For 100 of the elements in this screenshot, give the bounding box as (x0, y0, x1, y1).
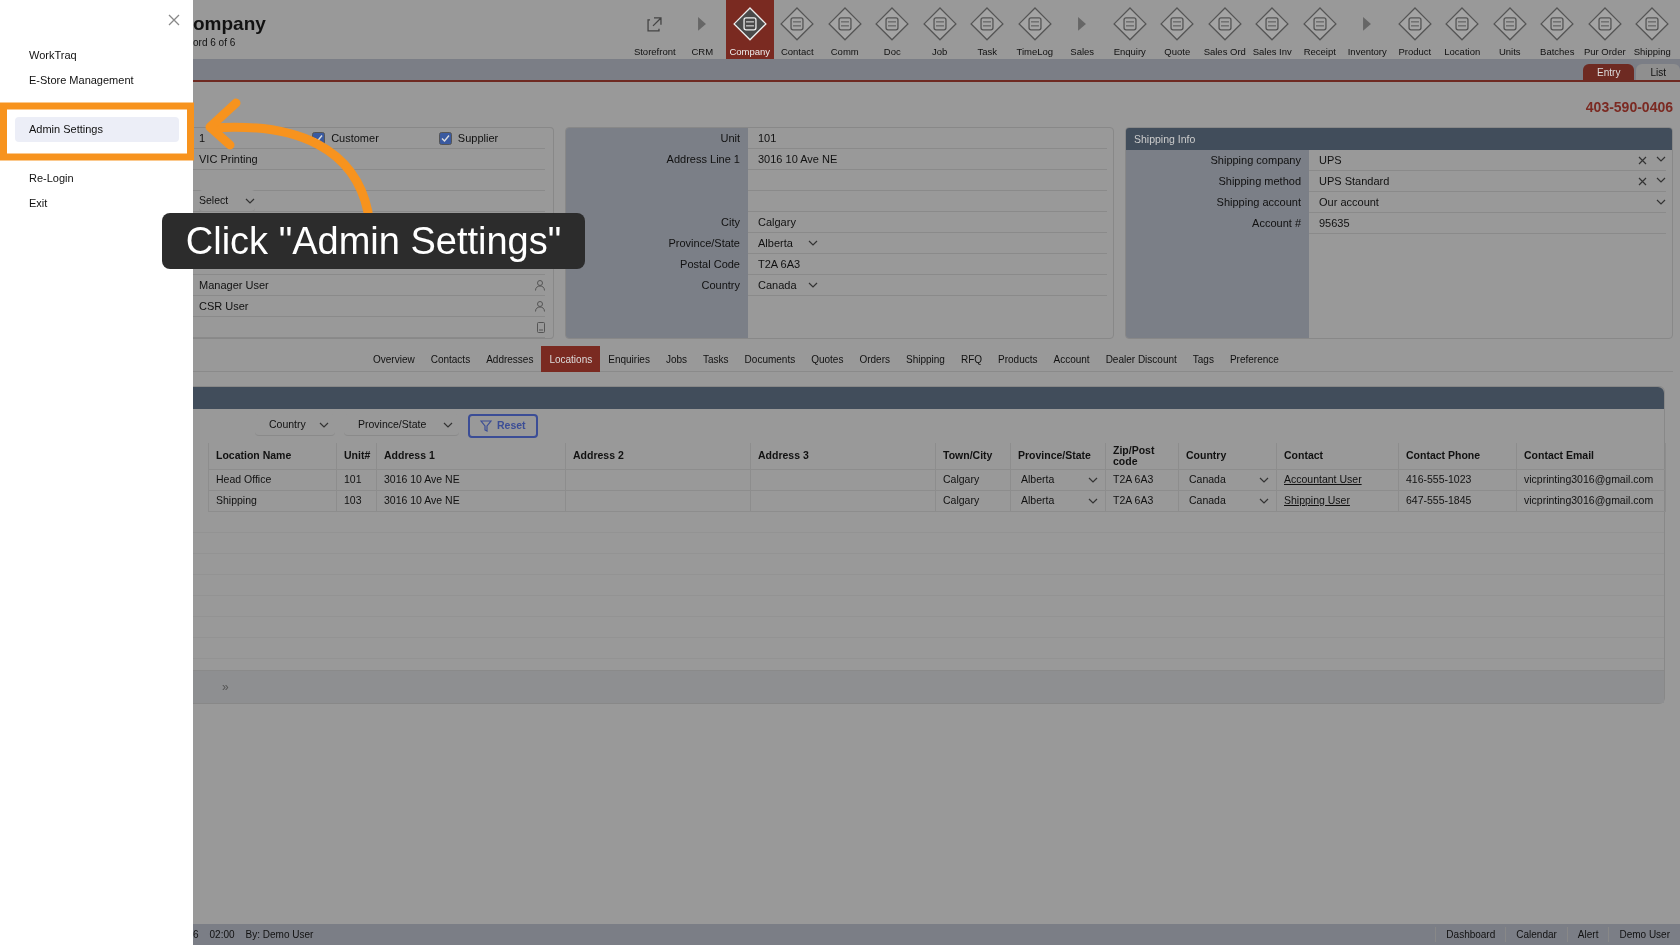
toolbar-button[interactable]: CRM (678, 0, 726, 59)
chevron-down-icon (1656, 199, 1666, 205)
toolbar-button[interactable]: Quote (1153, 0, 1201, 59)
toolbar-button[interactable]: Batches (1533, 0, 1581, 59)
toolbar-button[interactable]: Comm (821, 0, 869, 59)
tab[interactable]: Preference (1221, 346, 1287, 372)
toolbar-button[interactable]: Receipt (1296, 0, 1344, 59)
column-header: Location Name (208, 443, 337, 469)
tab[interactable]: Documents (736, 346, 804, 372)
close-icon[interactable] (168, 14, 180, 26)
toolbar-button[interactable]: Contact (773, 0, 821, 59)
tab[interactable]: Tags (1184, 346, 1222, 372)
toolbar-button[interactable]: Pur Order (1581, 0, 1629, 59)
menu-item[interactable]: E-Store Management (15, 68, 179, 93)
diamond-icon (1540, 7, 1575, 41)
toolbar-button[interactable]: Storefront (631, 0, 679, 59)
column-header: Unit# (336, 443, 377, 469)
tab[interactable]: Account (1045, 346, 1098, 372)
tab[interactable]: Shipping (898, 346, 953, 372)
record-counter: ord 6 of 6 (193, 36, 237, 50)
toolbar-button[interactable]: Location (1438, 0, 1486, 59)
triangle-icon (1363, 17, 1372, 31)
status-link[interactable]: Dashboard (1435, 927, 1506, 942)
select-field[interactable]: Alberta (758, 233, 818, 253)
chevron-down-icon (245, 197, 255, 204)
toolbar-button[interactable]: Inventory (1343, 0, 1391, 59)
table-select[interactable]: Alberta (1010, 469, 1106, 490)
tab[interactable]: Overview (365, 346, 423, 372)
toolbar-button[interactable]: Product (1391, 0, 1439, 59)
table-select[interactable]: Alberta (1010, 490, 1106, 511)
table-cell: 416-555-1023 (1398, 469, 1517, 490)
toolbar-button[interactable]: Shipping (1628, 0, 1676, 59)
tab[interactable]: Jobs (657, 346, 696, 372)
toolbar-button[interactable]: Enquiry (1106, 0, 1154, 59)
field-label: Shipping account (1216, 196, 1301, 208)
column-header: Contact Phone (1398, 443, 1517, 469)
tab[interactable]: Tasks (695, 346, 737, 372)
person-icon[interactable] (535, 300, 545, 312)
tab[interactable]: Quotes (803, 346, 852, 372)
status-link[interactable]: Demo User (1608, 927, 1680, 942)
field-value: 3016 10 Ave NE (758, 152, 838, 167)
toolbar-button[interactable]: Job (916, 0, 964, 59)
select-field[interactable]: UPS Standard (1319, 171, 1666, 191)
field-label: Country (701, 279, 740, 291)
tab[interactable]: Orders (851, 346, 898, 372)
toolbar-button[interactable]: Sales (1058, 0, 1106, 59)
field-label: Unit (720, 132, 740, 144)
status-link[interactable]: Calendar (1505, 927, 1567, 942)
tab[interactable]: Dealer Discount (1097, 346, 1185, 372)
phone-icon[interactable] (537, 321, 545, 333)
tab[interactable]: Enquiries (600, 346, 658, 372)
diamond-icon (1302, 7, 1337, 41)
tab[interactable]: Contacts (422, 346, 479, 372)
column-header: Address 1 (376, 443, 566, 469)
menu-item[interactable]: Exit (15, 191, 179, 216)
status-text: By: Demo User (245, 928, 314, 942)
filter-icon (480, 420, 492, 432)
field-label: Province/State (668, 237, 740, 249)
chevron-down-icon (1259, 497, 1269, 504)
table-cell: T2A 6A3 (1105, 490, 1179, 511)
table-cell: vicprinting3016@gmail.com (1516, 490, 1666, 511)
tab[interactable]: Products (990, 346, 1046, 372)
tab[interactable]: RFQ (952, 346, 991, 372)
toolbar-button[interactable]: Sales Inv (1248, 0, 1296, 59)
tab[interactable]: Addresses (478, 346, 542, 372)
field-label: Shipping method (1218, 175, 1301, 187)
menu-item[interactable]: WorkTraq (15, 43, 179, 68)
select-field[interactable]: Our account (1319, 192, 1666, 212)
status-link[interactable]: Alert (1566, 927, 1609, 942)
view-tab[interactable]: List (1636, 64, 1680, 80)
menu-item[interactable]: Re-Login (15, 166, 179, 191)
tab[interactable]: Locations (541, 346, 601, 372)
toolbar-button[interactable]: Company (726, 0, 774, 59)
toolbar-button[interactable]: TimeLog (1011, 0, 1059, 59)
menu-item[interactable]: Admin Settings (15, 117, 179, 142)
diamond-icon (827, 7, 862, 41)
chevron-down-icon (443, 421, 453, 428)
table-select[interactable]: Canada (1178, 490, 1277, 511)
toolbar-button[interactable]: Task (963, 0, 1011, 59)
select-field[interactable]: UPS (1319, 150, 1666, 170)
table-cell: 3016 10 Ave NE (376, 469, 566, 490)
column-header: Zip/Post code (1105, 443, 1179, 469)
person-icon[interactable] (535, 279, 545, 291)
table-select[interactable]: Canada (1178, 469, 1277, 490)
table-cell: Calgary (935, 490, 1011, 511)
chevron-down-icon (319, 421, 329, 428)
checkbox-label: Supplier (457, 130, 499, 146)
view-tab[interactable]: Entry (1583, 64, 1635, 80)
column-header: Country (1178, 443, 1277, 469)
toolbar-button[interactable]: Sales Ord (1201, 0, 1249, 59)
checkbox[interactable] (438, 131, 452, 145)
field-label: City (721, 216, 740, 228)
table-cell: vicprinting3016@gmail.com (1516, 469, 1666, 490)
toolbar-button[interactable]: Units (1486, 0, 1534, 59)
select-field[interactable]: Select (199, 190, 255, 212)
close-icon (1638, 176, 1647, 186)
field-value: 101 (758, 131, 777, 146)
toolbar-button[interactable]: Doc (868, 0, 916, 59)
field-label: Address Line 1 (666, 153, 740, 165)
select-field[interactable]: Canada (758, 275, 818, 295)
